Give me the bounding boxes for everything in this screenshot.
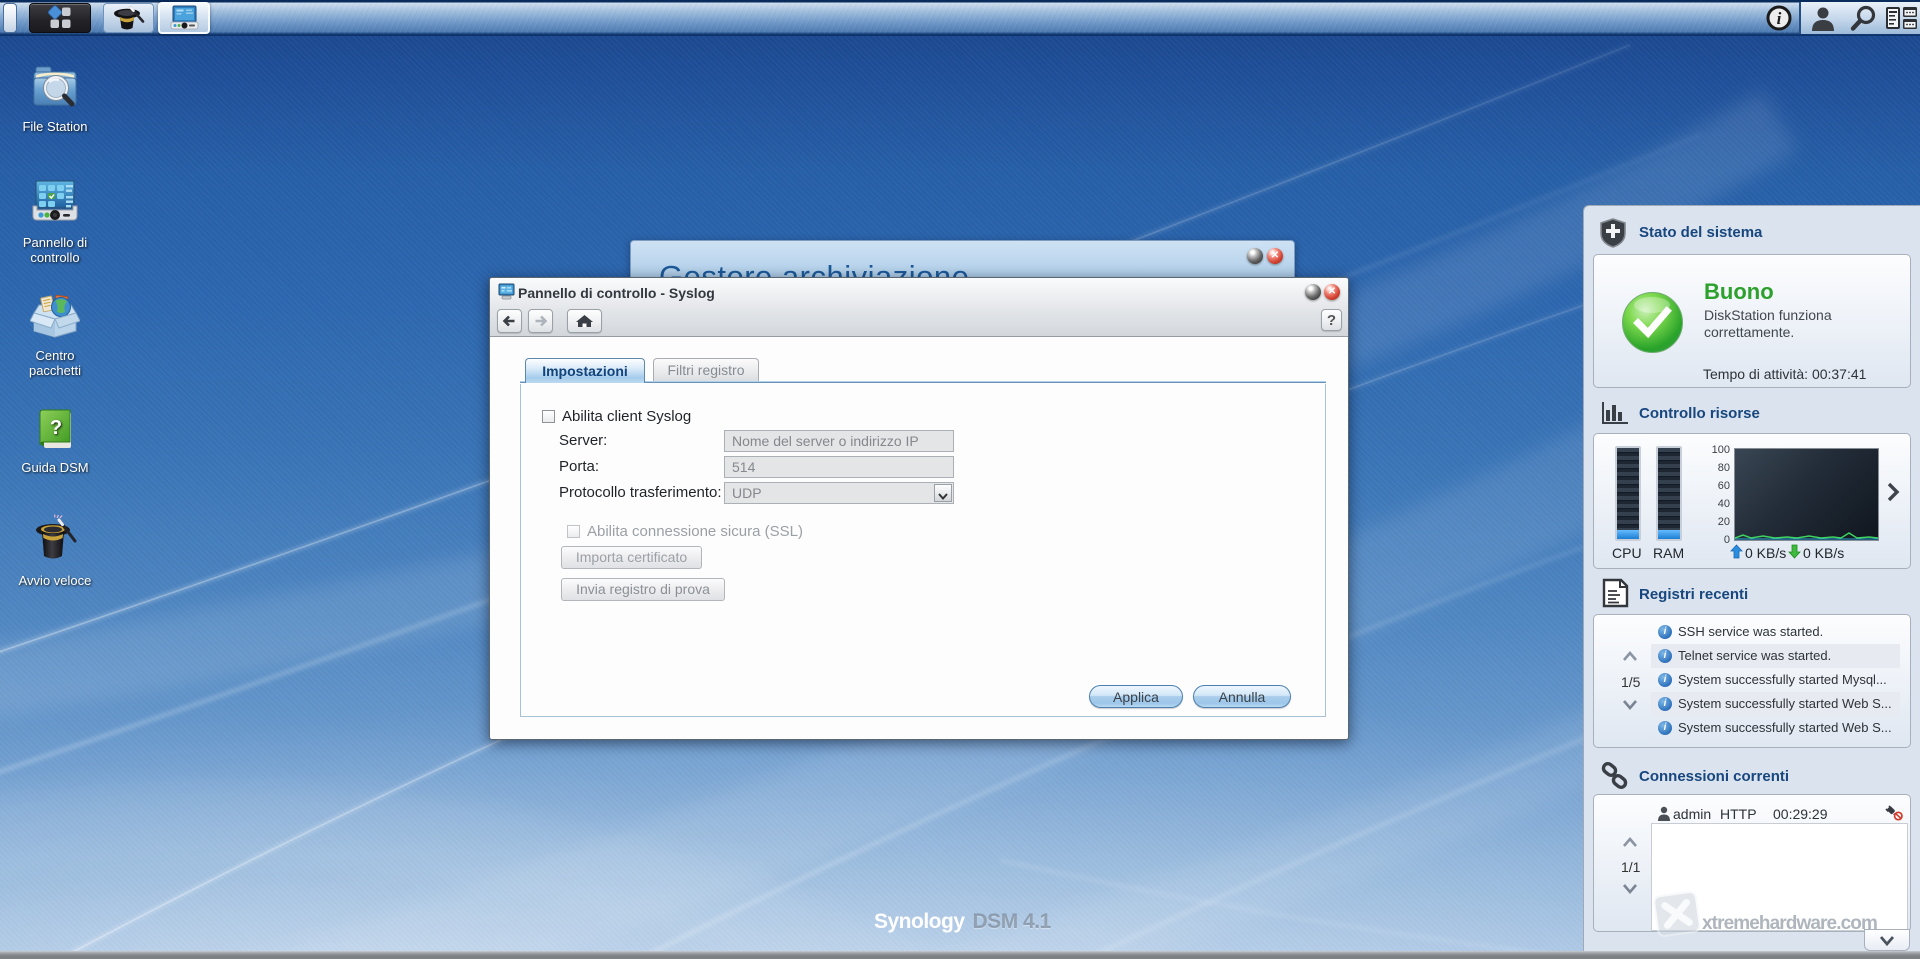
svg-text:?: ? (50, 417, 62, 439)
svg-text:i: i (1777, 9, 1782, 28)
